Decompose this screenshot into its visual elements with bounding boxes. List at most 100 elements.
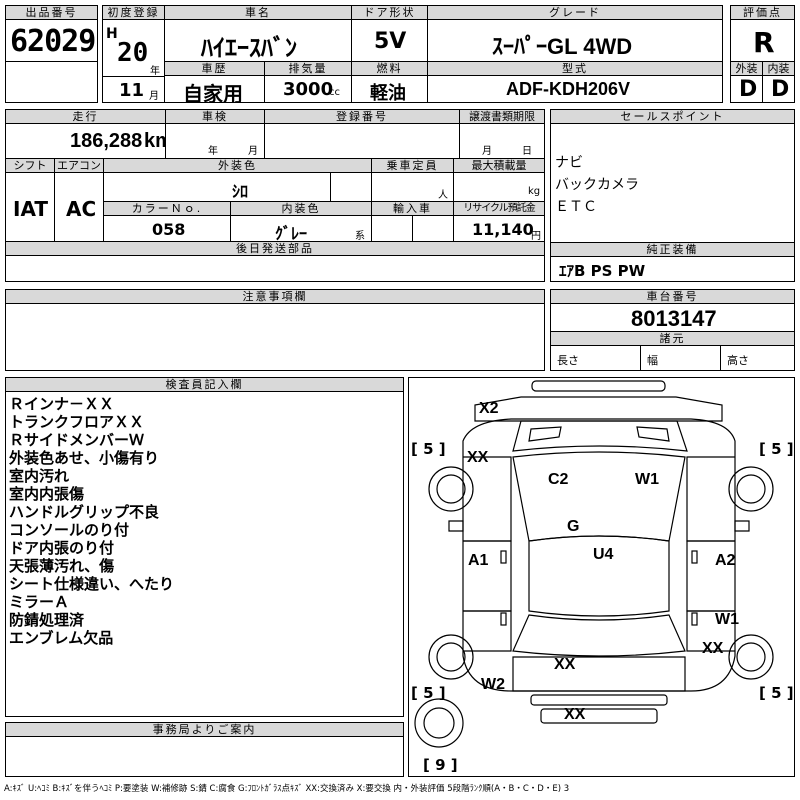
score-label: 評価点	[730, 5, 795, 20]
note-item: トランクフロアＸＸ	[9, 413, 145, 431]
mark-u4: U4	[593, 546, 614, 563]
color-no-cell: 058	[103, 215, 231, 242]
mileage-label: 走行	[5, 109, 166, 124]
height-cell: 高さ	[720, 345, 795, 371]
caution-cell	[5, 303, 545, 371]
disp-unit: cc	[329, 87, 340, 98]
length-label: 長さ	[557, 354, 579, 367]
recycle-label: リサイクル預託金	[453, 201, 545, 216]
recycle-cell: 11,140 円	[453, 215, 545, 242]
note-item: ドア内張のり付	[9, 539, 115, 557]
history-label: 車歴	[164, 61, 265, 76]
lot-value: 62029	[10, 24, 96, 59]
mark-g: G	[567, 518, 580, 535]
fuel-label: 燃料	[351, 61, 428, 76]
mark-a2: A2	[715, 552, 736, 569]
history-cell: 自家用	[164, 75, 265, 103]
int-color-label: 内装色	[230, 201, 372, 216]
sales-label: セールスポイント	[550, 109, 795, 124]
sales-points: ナビ バックカメラ ＥＴＣ	[550, 123, 795, 243]
cap-unit: 人	[438, 190, 448, 201]
mark-w1-top: W1	[635, 471, 659, 488]
length-cell: 長さ	[550, 345, 641, 371]
height-label: 高さ	[727, 354, 749, 367]
tire-rear-left: [ 5 ]	[411, 684, 446, 702]
note-item: 室内内張傷	[9, 485, 85, 503]
note-item: 室内汚れ	[9, 467, 70, 485]
later-cell	[5, 255, 545, 282]
sales-item: バックカメラ	[555, 177, 639, 193]
note-item: Ｒインナ－ＸＸ	[9, 395, 115, 413]
mark-w2: W2	[481, 676, 505, 693]
damage-diagram: X2 XX C2 W1 G U4 A1 A2 W1 XX XX W2 XX [ …	[408, 377, 795, 777]
first-reg-month: 11 月	[102, 76, 165, 103]
name-label: 車名	[164, 5, 352, 20]
door-type: 5V	[374, 29, 407, 54]
note-item: 天張薄汚れ、傷	[9, 557, 115, 575]
note-item: ＲサイドメンバーＷ	[9, 431, 145, 449]
car-name-cell: ﾊｲｴｰｽﾊﾞﾝ	[164, 19, 352, 62]
color-blank	[330, 172, 372, 202]
note-item: シート仕様違い、へたり	[9, 575, 175, 593]
score: R	[753, 26, 775, 59]
load-unit: kg	[528, 186, 541, 197]
recycle-unit: 円	[531, 231, 541, 242]
chassis-label: 車台番号	[550, 289, 795, 304]
mark-c2: C2	[548, 471, 569, 488]
ext-cell: D	[730, 75, 763, 103]
equip-cell: ｴｱB PS PW	[550, 256, 795, 282]
transfer-cell: 月 日	[459, 123, 545, 159]
car-name: ﾊｲｴｰｽﾊﾞﾝ	[201, 35, 297, 62]
caution-label: 注意事項欄	[5, 289, 545, 304]
int-cell: D	[762, 75, 795, 103]
int-color: ｸﾞﾚｰ	[275, 224, 308, 242]
sales-item: ＥＴＣ	[555, 199, 597, 215]
inspect-year-unit: 年	[208, 146, 218, 157]
equip-label: 純正装備	[550, 242, 795, 257]
mark-xx-front-left: XX	[467, 449, 489, 466]
load-cell: kg	[453, 172, 545, 202]
cap-label: 乗車定員	[371, 158, 454, 173]
inspect-month-unit: 月	[248, 146, 258, 157]
era: H	[106, 26, 118, 42]
ac: AC	[66, 197, 97, 221]
transfer-label: 譲渡書類期限	[459, 109, 545, 124]
spare-tire: [ 9 ]	[423, 756, 458, 774]
chassis-cell: 8013147	[550, 303, 795, 332]
int-color-cell: ｸﾞﾚｰ 系	[230, 215, 372, 242]
mark-w1-right: W1	[715, 611, 739, 628]
color-no: 058	[152, 220, 186, 239]
vehicle-outline	[414, 380, 774, 748]
mark-xx-right: XX	[702, 640, 724, 657]
mileage: 186,288	[70, 130, 143, 152]
tire-rear-right: [ 5 ]	[759, 684, 794, 702]
displacement: 3000	[283, 79, 334, 100]
shift-cell: IAT	[5, 172, 55, 242]
office-cell	[5, 736, 404, 777]
sales-item: ナビ	[555, 155, 583, 171]
int-color-suffix: 系	[355, 231, 365, 242]
month-unit: 月	[149, 91, 159, 102]
load-label: 最大積載量	[453, 158, 545, 173]
grade-cell: ｽｰﾊﾟｰGL 4WD	[427, 19, 723, 62]
tire-front-right: [ 5 ]	[759, 440, 794, 458]
int-grade: D	[771, 77, 790, 102]
shift-label: シフト	[5, 158, 55, 173]
reg-cell	[264, 123, 460, 159]
legend: A:ｷｽﾞ U:ﾍｺﾐ B:ｷｽﾞを伴うﾍｺﾐ P:要塗装 W:補修跡 S:錆 …	[4, 784, 570, 794]
door-cell: 5V	[351, 19, 428, 62]
ac-cell: AC	[54, 172, 104, 242]
import-cell-b	[412, 215, 454, 242]
lot-label: 出品番号	[5, 5, 98, 20]
transfer-day: 日	[522, 146, 532, 157]
grade: ｽｰﾊﾟｰGL 4WD	[492, 34, 633, 59]
model: ADF-KDH206V	[506, 79, 631, 99]
note-item: ミラーＡ	[9, 593, 70, 611]
score-cell: R	[730, 19, 795, 62]
history: 自家用	[183, 82, 243, 103]
fuel: 軽油	[370, 83, 406, 103]
mileage-cell: 186,288 km	[5, 123, 166, 159]
office-label: 事務局よりご案内	[5, 722, 404, 737]
width-label: 幅	[647, 354, 658, 367]
year-unit: 年	[150, 66, 160, 77]
